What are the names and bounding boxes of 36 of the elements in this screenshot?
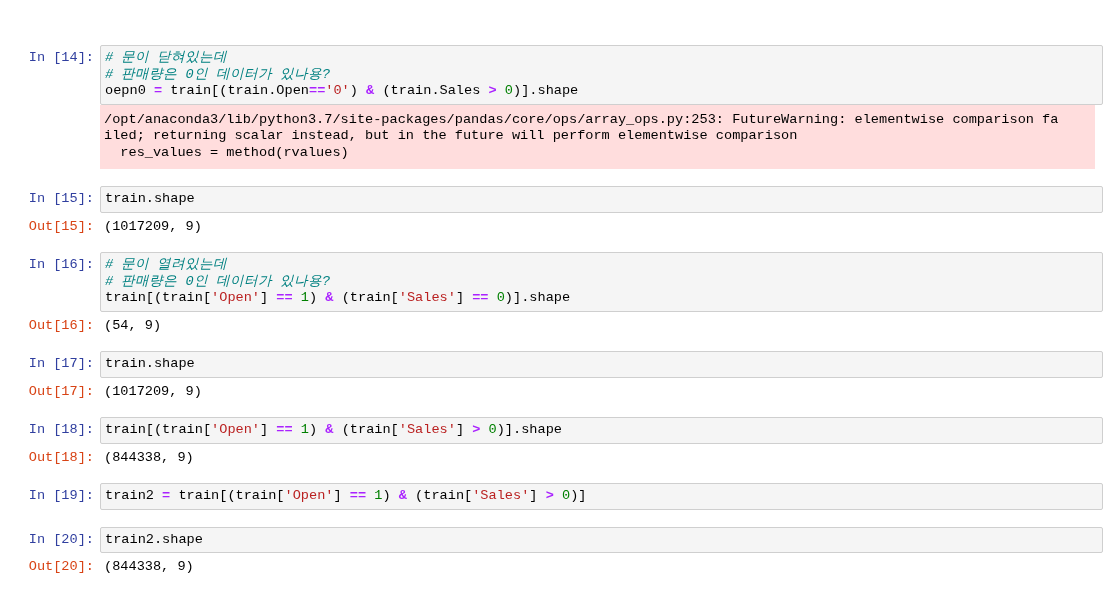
warning-output: /opt/anaconda3/lib/python3.7/site-packages/pandas/core/ops/array_ops.py:253: FutureWarning: elementwise comparison fa iled; returning scalar instead, but in the future will perform elementwise comparison res_values = method(rvalues) [100, 104, 1095, 169]
code-input-area[interactable]: # 문이 닫혀있는데 # 판매량은 0인 데이터가 있나용? oepn0 = train[(train.Open=='0') & (train.Sales > 0)].shape [100, 45, 1103, 105]
code-line: # 문이 닫혀있는데 [105, 50, 229, 67]
output-prompt: Out[18]: [27, 448, 95, 466]
code-line: train.shape [105, 191, 196, 208]
code-line: oepn0 = train[(train.Open=='0') & (train.Sales > 0)].shape [105, 83, 580, 100]
output-prompt: Out[17]: [27, 382, 95, 400]
input-prompt: In [14]: [27, 49, 95, 67]
input-prompt: In [16]: [27, 256, 95, 274]
code-input-area[interactable]: train2 = train[(train['Open'] == 1) & (train['Sales'] > 0)] [100, 483, 1103, 510]
input-prompt: In [20]: [27, 530, 95, 548]
output-text: (844338, 9) [104, 449, 195, 466]
input-prompt: In [19]: [27, 487, 95, 505]
output-prompt: Out[15]: [27, 217, 95, 235]
output-prompt: Out[20]: [27, 558, 95, 576]
code-input-area[interactable]: train.shape [100, 186, 1103, 213]
code-input-area[interactable]: train.shape [100, 351, 1103, 378]
output-text: (54, 9) [104, 317, 163, 334]
code-input-area[interactable]: # 문이 열려있는데 # 판매량은 0인 데이터가 있나용? train[(train['Open'] == 1) & (train['Sales'] == 0)].shape [100, 252, 1103, 312]
code-input-area[interactable]: train[(train['Open'] == 1) & (train['Sales'] > 0)].shape [100, 417, 1103, 444]
code-line: train2.shape [105, 531, 204, 548]
output-prompt: Out[16]: [27, 316, 95, 334]
input-prompt: In [17]: [27, 355, 95, 373]
code-line: # 판매량은 0인 데이터가 있나용? [105, 66, 332, 83]
code-line: train[(train['Open'] == 1) & (train['Sales'] == 0)].shape [105, 290, 572, 307]
output-text: (844338, 9) [104, 559, 195, 576]
code-line: train[(train['Open'] == 1) & (train['Sales'] > 0)].shape [105, 422, 563, 439]
output-text: (1017209, 9) [104, 383, 203, 400]
code-line: # 문이 열려있는데 [105, 257, 229, 274]
output-text: (1017209, 9) [104, 218, 203, 235]
code-line: train.shape [105, 356, 196, 373]
code-line: train2 = train[(train['Open'] == 1) & (train['Sales'] > 0)] [105, 488, 588, 505]
code-input-area[interactable]: train2.shape [100, 526, 1103, 553]
input-prompt: In [15]: [27, 190, 95, 208]
input-prompt: In [18]: [27, 421, 95, 439]
code-line: # 판매량은 0인 데이터가 있나용? [105, 273, 332, 290]
